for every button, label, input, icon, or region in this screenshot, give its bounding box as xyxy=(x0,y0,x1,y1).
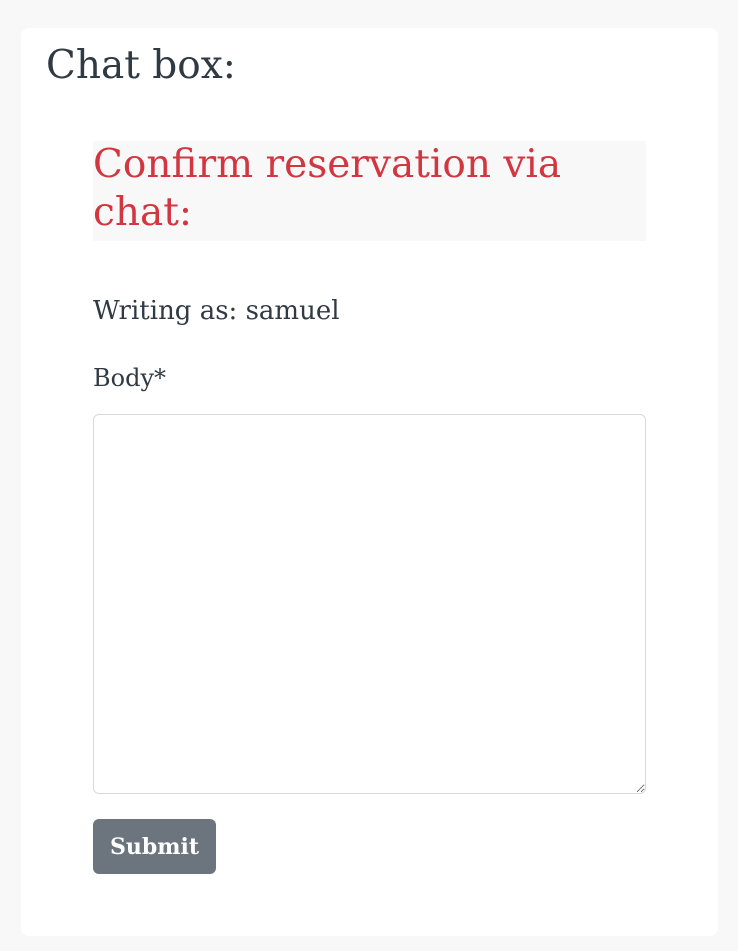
body-textarea[interactable] xyxy=(93,414,646,794)
submit-button[interactable]: Submit xyxy=(93,819,216,874)
body-label: Body* xyxy=(93,364,167,392)
confirm-reservation-panel: Confirm reservation via chat: xyxy=(93,141,646,241)
writing-as-text: Writing as: samuel xyxy=(93,296,340,326)
confirm-reservation-heading: Confirm reservation via chat: xyxy=(93,142,562,235)
chat-box-title: Chat box: xyxy=(46,43,236,88)
chat-box-card: Chat box: Confirm reservation via chat: … xyxy=(21,28,718,936)
